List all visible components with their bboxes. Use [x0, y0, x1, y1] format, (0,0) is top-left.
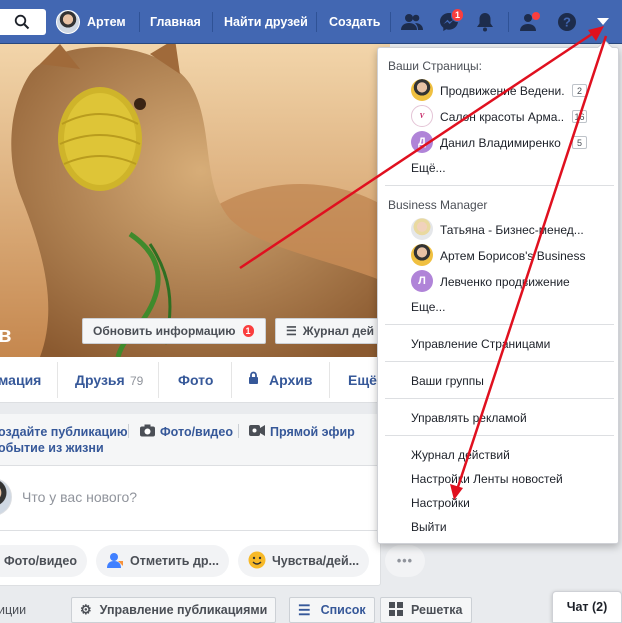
profile-link[interactable]: Артем: [56, 10, 126, 34]
list-view-label: Список: [320, 603, 366, 617]
chat-tab[interactable]: Чат (2): [552, 591, 622, 623]
feeling-label: Чувства/дей...: [272, 554, 360, 568]
help-icon: ?: [558, 13, 576, 31]
bm-avatar: [411, 218, 433, 240]
pages-button[interactable]: [518, 10, 542, 34]
lock-icon: [248, 371, 259, 388]
activity-log-link[interactable]: Журнал действий: [411, 448, 510, 462]
friends-count: 79: [130, 374, 144, 388]
page-notification-count: 2: [572, 84, 587, 97]
activity-log-button[interactable]: ☰ Журнал дей: [275, 318, 385, 344]
business-manager-header: Business Manager: [388, 198, 488, 212]
cover-photo[interactable]: [0, 44, 390, 357]
pages-more-link[interactable]: Ещё...: [411, 161, 446, 175]
bell-icon: [477, 13, 493, 32]
nav-home[interactable]: Главная: [150, 15, 201, 29]
account-menu-button[interactable]: [591, 10, 615, 34]
more-options-label: •••: [396, 554, 414, 568]
nav-create[interactable]: Создать: [329, 15, 380, 29]
grid-view-button[interactable]: Решетка: [380, 597, 472, 623]
tab-photos[interactable]: Фото: [178, 372, 213, 388]
page-avatar-letter: Д: [411, 131, 433, 153]
post-placeholder[interactable]: Что у вас нового?: [22, 489, 137, 505]
smiley-icon: [248, 551, 266, 572]
page-notification-count: 5: [572, 136, 587, 149]
tab-friends[interactable]: Друзья: [75, 372, 125, 388]
video-camera-icon: [249, 424, 265, 440]
bm-link-3[interactable]: Левченко продвижение: [440, 275, 590, 289]
avatar: [56, 10, 80, 34]
list-view-button[interactable]: ☰ Список: [289, 597, 375, 623]
composer-header: [0, 414, 381, 466]
more-options-button[interactable]: •••: [385, 545, 425, 577]
nav-find-friends[interactable]: Найти друзей: [224, 15, 308, 29]
profile-name: Артем: [87, 15, 126, 29]
svg-text:?: ?: [563, 15, 571, 30]
update-info-button[interactable]: Обновить информацию 1: [82, 318, 266, 344]
camel-image: [0, 44, 390, 357]
search-button[interactable]: [0, 9, 46, 35]
news-feed-settings-link[interactable]: Настройки Ленты новостей: [411, 472, 563, 486]
activity-log-label: Журнал дей: [302, 324, 375, 338]
profile-name-heading: в: [0, 322, 12, 347]
friend-requests-button[interactable]: [400, 10, 424, 34]
bm-link-2[interactable]: Артем Борисов's Business: [440, 249, 600, 263]
your-pages-header: Ваши Страницы:: [388, 59, 483, 73]
tag-friends-pill[interactable]: Отметить др...: [96, 545, 229, 577]
bm-link-1[interactable]: Татьяна - Бизнес-менед...: [440, 223, 590, 237]
page-avatar: [411, 79, 433, 101]
friends-icon: [401, 14, 423, 30]
tab-info[interactable]: мация: [0, 372, 41, 388]
manage-ads-link[interactable]: Управлять рекламой: [411, 411, 527, 425]
bm-avatar-letter: Л: [411, 270, 433, 292]
bm-avatar: [411, 244, 433, 266]
tab-more[interactable]: Ещё: [348, 372, 377, 388]
search-icon: [14, 14, 30, 30]
logout-link[interactable]: Выйти: [411, 520, 447, 534]
photo-video-pill[interactable]: Фото/видео: [0, 545, 87, 577]
tab-archive[interactable]: Архив: [269, 372, 312, 388]
page-logo: V: [411, 105, 433, 127]
page-link-3[interactable]: Данил Владимиренко: [440, 136, 564, 150]
manage-pages-link[interactable]: Управление Страницами: [411, 337, 550, 351]
settings-link[interactable]: Настройки: [411, 496, 470, 510]
messages-badge: 1: [451, 8, 465, 22]
camera-icon: [140, 424, 155, 440]
list-icon: ☰: [298, 601, 311, 618]
posts-heading: иции: [0, 603, 27, 617]
page-link-2[interactable]: Салон красоты Арма...: [440, 110, 564, 124]
your-groups-link[interactable]: Ваши группы: [411, 374, 484, 388]
chevron-down-icon: [597, 18, 609, 25]
create-post-link[interactable]: оздайте публикацию: [0, 425, 128, 439]
feeling-pill[interactable]: Чувства/дей...: [238, 545, 370, 577]
list-icon: ☰: [286, 324, 297, 338]
grid-view-label: Решетка: [411, 603, 463, 617]
manage-posts-label: Управление публикациями: [99, 603, 268, 617]
page-link-1[interactable]: Продвижение Ведени...: [440, 84, 564, 98]
update-info-label: Обновить информацию: [93, 324, 236, 338]
help-button[interactable]: ?: [555, 10, 579, 34]
life-event-link[interactable]: обытие из жизни: [0, 441, 104, 455]
chat-label: Чат (2): [566, 600, 608, 614]
notifications-button[interactable]: [473, 10, 497, 34]
photo-video-link[interactable]: Фото/видео: [160, 425, 233, 439]
page-notification-count: 16: [572, 110, 587, 123]
manage-posts-button[interactable]: ⚙ Управление публикациями: [71, 597, 277, 623]
update-info-badge: 1: [241, 324, 255, 338]
tag-friends-label: Отметить др...: [130, 554, 219, 568]
live-video-link[interactable]: Прямой эфир: [270, 425, 355, 439]
bm-more-link[interactable]: Еще...: [411, 300, 445, 314]
gear-list-icon: ⚙: [80, 602, 92, 617]
person-flag-icon: [520, 12, 540, 31]
tag-friends-icon: [106, 551, 124, 572]
grid-icon: [389, 601, 403, 619]
photo-video-pill-label: Фото/видео: [4, 554, 77, 568]
